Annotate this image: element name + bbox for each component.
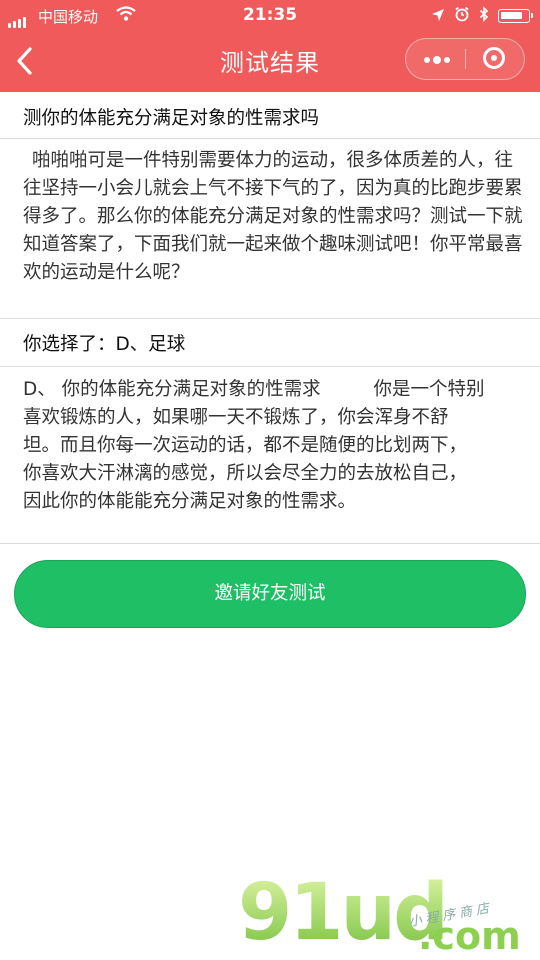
location-icon [431, 7, 445, 26]
divider [0, 318, 540, 319]
result-line: 你喜欢大汗淋漓的感觉，所以会尽全力的去放松自己， [23, 463, 468, 484]
battery-icon [498, 9, 533, 23]
top-bar: 中国移动 21:35 测试结果 [0, 0, 540, 92]
divider [0, 138, 540, 139]
watermark-logo: 91ud 小程序商店 .com [238, 874, 538, 958]
bluetooth-icon [479, 6, 489, 26]
selected-choice: 你选择了：D、足球 [23, 334, 186, 355]
more-dots-icon[interactable] [406, 39, 465, 79]
question-description: 啪啪啪可是一件特别需要体力的运动，很多体质差的人，往往坚持一小会儿就会上气不接下… [23, 150, 523, 283]
invite-friends-button[interactable]: 邀请好友测试 [14, 560, 526, 628]
result-line: 坦。而且你每一次运动的话，都不是随便的比划两下， [23, 435, 468, 456]
alarm-icon [454, 6, 470, 26]
divider [0, 543, 540, 544]
status-bar: 中国移动 21:35 [0, 0, 540, 30]
capsule-menu [405, 38, 525, 80]
watermark-domain: .com [418, 914, 521, 958]
result-line: 喜欢锻炼的人，如果哪一天不锻炼了，你会浑身不舒 [23, 407, 449, 428]
divider [0, 366, 540, 367]
status-right [431, 6, 533, 26]
question-title: 测你的体能充分满足对象的性需求吗 [23, 108, 320, 129]
result-line: 因此你的体能能充分满足对象的性需求。 [23, 491, 357, 512]
result-line: D、 你的体能充分满足对象的性需求 你是一个特别 [23, 379, 485, 400]
target-circle-icon[interactable] [466, 39, 524, 79]
nav-bar: 测试结果 [0, 30, 540, 92]
battery-fill [501, 12, 522, 19]
